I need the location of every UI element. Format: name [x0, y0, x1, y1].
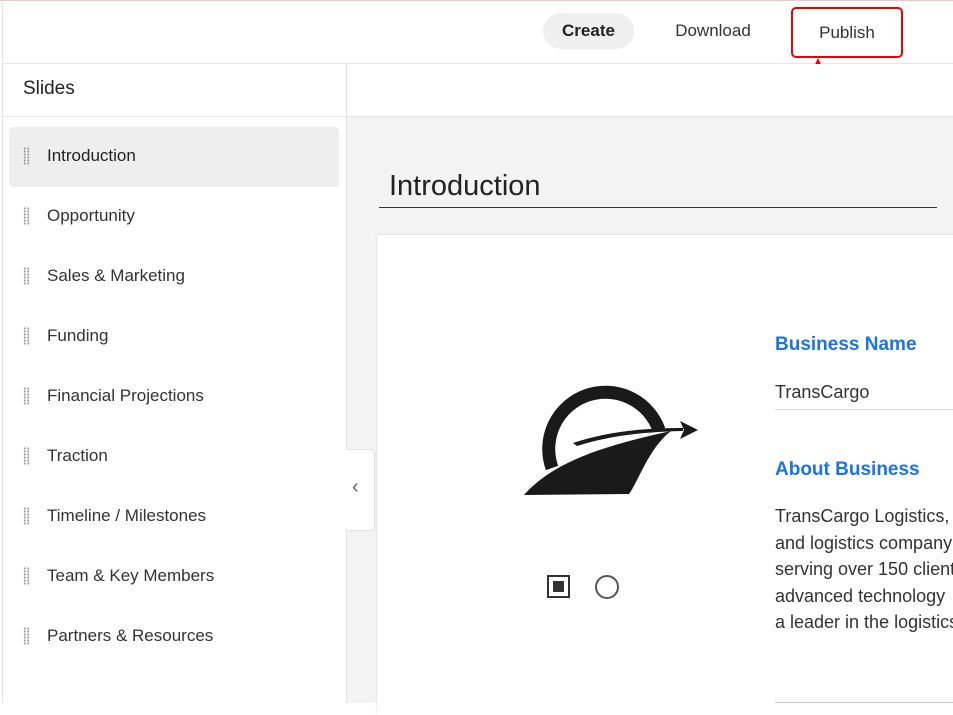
slide-editor: Introduction Business Name TransCargo Ab… — [346, 64, 953, 715]
about-business-field[interactable]: TransCargo Logistics, and logistics comp… — [775, 503, 953, 636]
sidebar-item-label: Team & Key Members — [47, 566, 215, 585]
about-line: and logistics company — [775, 532, 953, 553]
top-toolbar: Create Download Publish — [3, 1, 953, 64]
sidebar-item-sales-marketing[interactable]: Sales & Marketing — [9, 247, 339, 307]
sidebar-item-funding[interactable]: Funding — [9, 307, 339, 367]
drag-handle-icon[interactable] — [23, 387, 30, 405]
sidebar-item-label: Opportunity — [47, 206, 135, 225]
sidebar-title: Slides — [23, 78, 75, 99]
sidebar-item-introduction[interactable]: Introduction — [9, 127, 339, 187]
about-business-label: About Business — [775, 459, 920, 480]
collapse-sidebar-button[interactable]: ‹ — [346, 449, 375, 531]
sidebar-item-partners-resources[interactable]: Partners & Resources — [9, 607, 339, 667]
publish-button[interactable]: Publish — [791, 7, 903, 58]
chevron-left-icon: ‹ — [352, 476, 359, 498]
drag-handle-icon[interactable] — [23, 267, 30, 285]
sidebar-item-label: Sales & Marketing — [47, 266, 185, 285]
sidebar-item-financial-projections[interactable]: Financial Projections — [9, 367, 339, 427]
editor-topbar — [347, 64, 953, 117]
download-button[interactable]: Download — [663, 13, 763, 49]
create-button[interactable]: Create — [543, 13, 634, 49]
divider — [3, 116, 346, 117]
sidebar-item-timeline-milestones[interactable]: Timeline / Milestones — [9, 487, 339, 547]
sidebar-item-team-key-members[interactable]: Team & Key Members — [9, 547, 339, 607]
sidebar-item-label: Timeline / Milestones — [47, 506, 207, 525]
business-name-field[interactable]: TransCargo — [775, 382, 869, 403]
drag-handle-icon[interactable] — [23, 447, 30, 465]
drag-handle-icon[interactable] — [23, 327, 30, 345]
company-logo — [524, 385, 698, 495]
slide-title[interactable]: Introduction — [389, 170, 541, 203]
about-line: a leader in the logistics — [775, 612, 953, 632]
title-underline — [379, 207, 937, 208]
drag-handle-icon[interactable] — [23, 147, 30, 165]
sidebar-item-label: Financial Projections — [47, 386, 204, 405]
slide-card: Business Name TransCargo About Business … — [377, 235, 953, 715]
field-underline — [775, 409, 953, 410]
layout-square-option[interactable] — [547, 575, 570, 598]
drag-handle-icon[interactable] — [23, 507, 30, 525]
about-line: advanced technology — [775, 585, 946, 606]
about-line: serving over 150 clients — [775, 559, 953, 579]
sidebar-item-label: Funding — [47, 326, 109, 345]
about-line: TransCargo Logistics, — [775, 506, 950, 526]
slides-sidebar: Slides Introduction Opportunity Sales & … — [3, 64, 347, 703]
drag-handle-icon[interactable] — [23, 207, 30, 225]
business-name-label: Business Name — [775, 334, 917, 355]
sidebar-item-opportunity[interactable]: Opportunity — [9, 187, 339, 247]
sidebar-item-label: Partners & Resources — [47, 626, 214, 645]
sidebar-item-label: Introduction — [47, 146, 136, 165]
drag-handle-icon[interactable] — [23, 627, 30, 645]
drag-handle-icon[interactable] — [23, 567, 30, 585]
layout-circle-option[interactable] — [595, 575, 619, 599]
sidebar-item-label: Traction — [47, 446, 108, 465]
sidebar-item-traction[interactable]: Traction — [9, 427, 339, 487]
